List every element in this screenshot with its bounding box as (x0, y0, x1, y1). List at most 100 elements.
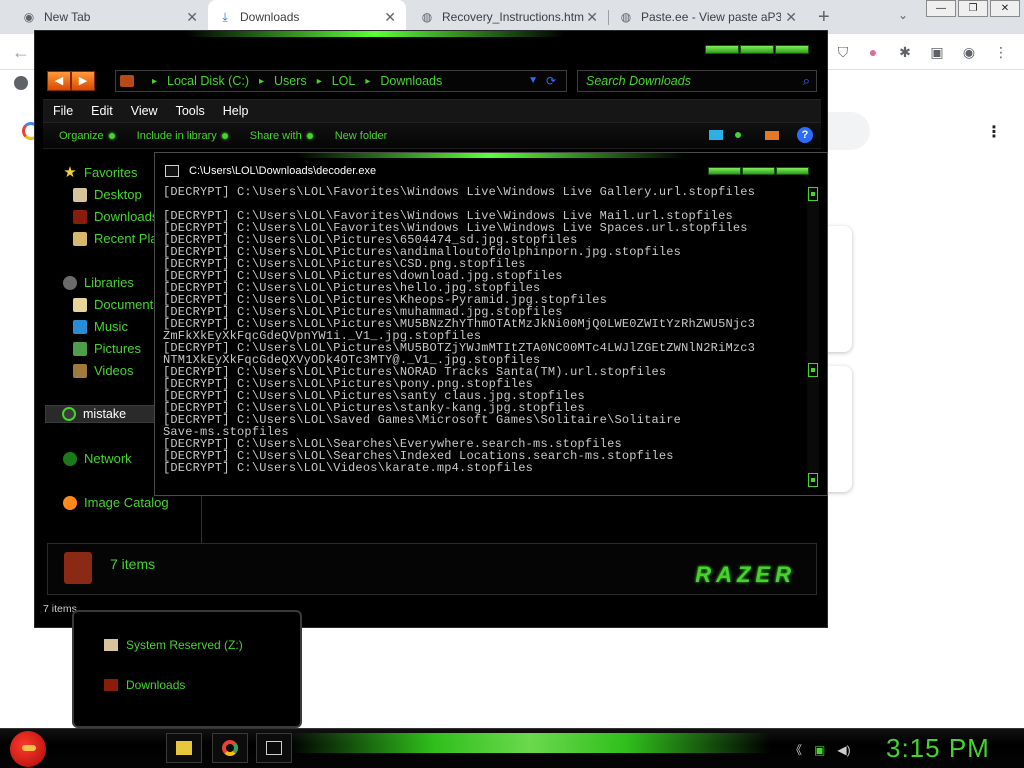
close-icon[interactable]: ✕ (186, 9, 198, 25)
flyout-item-system-reserved[interactable]: System Reserved (Z:) (104, 638, 243, 652)
volume-icon[interactable]: ◀) (837, 743, 850, 757)
clock[interactable]: 3:15 PM (886, 733, 990, 764)
close-window-button[interactable] (775, 45, 809, 54)
taskbar-explorer-button[interactable] (166, 733, 202, 763)
maximize-button[interactable]: ❐ (958, 0, 988, 17)
maximize-button[interactable] (742, 167, 775, 175)
minimize-button[interactable] (705, 45, 739, 54)
taskbar-console-button[interactable] (256, 733, 292, 763)
console-title: C:\Users\LOL\Downloads\decoder.exe (189, 165, 377, 177)
tray-arrow-icon[interactable]: 《 (790, 741, 802, 758)
flyout-item-downloads[interactable]: Downloads (104, 678, 185, 692)
breadcrumb-lol[interactable]: LOL (332, 74, 356, 88)
scroll-down-button[interactable] (808, 473, 818, 487)
breadcrumb-users[interactable]: Users (274, 74, 307, 88)
nav-favorites[interactable]: ★ Favorites (63, 165, 137, 180)
start-button[interactable] (10, 731, 46, 767)
view-dropdown-dot-icon[interactable] (735, 132, 741, 138)
minimize-button[interactable]: — (926, 0, 956, 17)
nav-image-catalog[interactable]: Image Catalog (63, 495, 169, 510)
profile-icon[interactable]: ◉ (960, 43, 978, 61)
menu-edit[interactable]: Edit (91, 104, 113, 118)
page-menu-icon[interactable]: ⋮ (986, 122, 1002, 142)
new-tab-button[interactable]: + (818, 7, 830, 27)
scroll-up-button[interactable] (808, 187, 818, 201)
music-icon (73, 319, 87, 334)
chevron-down-icon[interactable]: ⌄ (898, 8, 908, 22)
maximize-button[interactable] (740, 45, 774, 54)
breadcrumb-local-disk[interactable]: Local Disk (C:) (167, 74, 249, 88)
console-scrollbar[interactable] (807, 187, 819, 487)
system-tray: 《 ▣ ◀) (790, 741, 863, 758)
organize-button[interactable]: Organize (59, 130, 115, 142)
folder-icon (120, 75, 134, 87)
address-bar[interactable]: ▸ Local Disk (C:) ▸ Users ▸ LOL ▸ Downlo… (115, 70, 567, 92)
taskbar-chrome-button[interactable] (212, 733, 248, 763)
ublock-icon[interactable]: ⛉ (834, 43, 852, 61)
puzzle-icon[interactable]: ✱ (896, 43, 914, 61)
close-icon[interactable]: ✕ (785, 9, 797, 25)
browser-tab-strip: ◉ New Tab ✕ ⤓ Downloads ✕ ◍ Recovery_Ins… (0, 0, 1024, 34)
image-catalog-icon (63, 495, 77, 510)
breadcrumb-downloads[interactable]: Downloads (380, 74, 442, 88)
change-view-icon[interactable] (709, 130, 723, 140)
tab-recovery-instructions[interactable]: ◍ Recovery_Instructions.htm ✕ (410, 0, 608, 34)
new-folder-button[interactable]: New folder (335, 130, 388, 142)
close-icon[interactable]: ✕ (384, 9, 396, 25)
breadcrumb-chevron-icon[interactable]: ▸ (365, 76, 370, 87)
bookmark-globe-icon[interactable] (14, 76, 28, 90)
menu-bar: File Edit View Tools Help (43, 99, 821, 123)
downloads-folder-icon (73, 209, 87, 224)
search-input[interactable] (578, 71, 816, 91)
console-line: [DECRYPT] C:\Users\LOL\Videos\karate.mp4… (163, 461, 534, 475)
nav-network[interactable]: Network (63, 451, 132, 466)
nav-desktop[interactable]: Desktop (73, 187, 142, 202)
menu-file[interactable]: File (53, 104, 73, 118)
menu-tools[interactable]: Tools (176, 104, 205, 118)
forward-button[interactable]: ▶ (71, 71, 95, 91)
breadcrumb-chevron-icon: ▸ (152, 75, 158, 87)
tab-new-tab[interactable]: ◉ New Tab ✕ (12, 0, 208, 34)
extension-flag-icon[interactable]: ● (864, 43, 882, 61)
side-panel-icon[interactable]: ▣ (928, 43, 946, 61)
console-line: [DECRYPT] C:\Users\LOL\Favorites\Windows… (163, 186, 756, 199)
folder-thumbnail-icon (64, 552, 92, 584)
tab-downloads[interactable]: ⤓ Downloads ✕ (208, 0, 406, 34)
nav-mistake: mistake (62, 407, 126, 421)
refresh-icon[interactable]: ⟳ (546, 74, 560, 88)
nav-libraries[interactable]: Libraries (63, 275, 134, 290)
search-icon[interactable]: ⌕ (803, 73, 810, 89)
console-window: C:\Users\LOL\Downloads\decoder.exe [DECR… (154, 152, 828, 496)
close-window-button[interactable] (776, 167, 809, 175)
close-icon[interactable]: ✕ (586, 9, 598, 25)
window-glow (185, 31, 565, 37)
menu-view[interactable]: View (131, 104, 158, 118)
drive-flyout: System Reserved (Z:) Downloads (72, 610, 302, 728)
tab-paste-ee[interactable]: ◍ Paste.ee - View paste aP3 ✕ (609, 0, 807, 34)
back-arrow-icon[interactable]: ← (12, 42, 30, 63)
console-output[interactable]: [DECRYPT] C:\Users\LOL\Favorites\Windows… (163, 186, 803, 486)
menu-help[interactable]: Help (223, 104, 249, 118)
drive-icon (62, 407, 76, 421)
network-status-icon[interactable]: ▣ (814, 743, 825, 757)
explorer-window-controls (704, 45, 809, 54)
back-button[interactable]: ◀ (47, 71, 71, 91)
close-window-button[interactable]: ✕ (990, 0, 1020, 17)
kebab-menu-icon[interactable]: ⋮ (992, 43, 1010, 61)
include-in-library-button[interactable]: Include in library (137, 130, 228, 142)
nav-pictures[interactable]: Pictures (73, 341, 141, 356)
address-dropdown-icon[interactable]: ▼ (528, 75, 538, 86)
desktop-icon (73, 187, 87, 202)
help-icon[interactable]: ? (797, 127, 813, 143)
breadcrumb-chevron-icon[interactable]: ▸ (317, 76, 322, 87)
taskbar: 《 ▣ ◀) 3:15 PM (0, 728, 1024, 768)
breadcrumb-chevron-icon[interactable]: ▸ (259, 76, 264, 87)
minimize-button[interactable] (708, 167, 741, 175)
preview-pane-icon[interactable] (765, 130, 779, 140)
console-title-bar[interactable]: C:\Users\LOL\Downloads\decoder.exe (165, 165, 376, 177)
scrollbar-thumb[interactable] (808, 363, 818, 377)
nav-music[interactable]: Music (73, 319, 128, 334)
nav-mistake-drive[interactable]: mistake (45, 405, 161, 423)
nav-videos[interactable]: Videos (73, 363, 134, 378)
share-with-button[interactable]: Share with (250, 130, 313, 142)
